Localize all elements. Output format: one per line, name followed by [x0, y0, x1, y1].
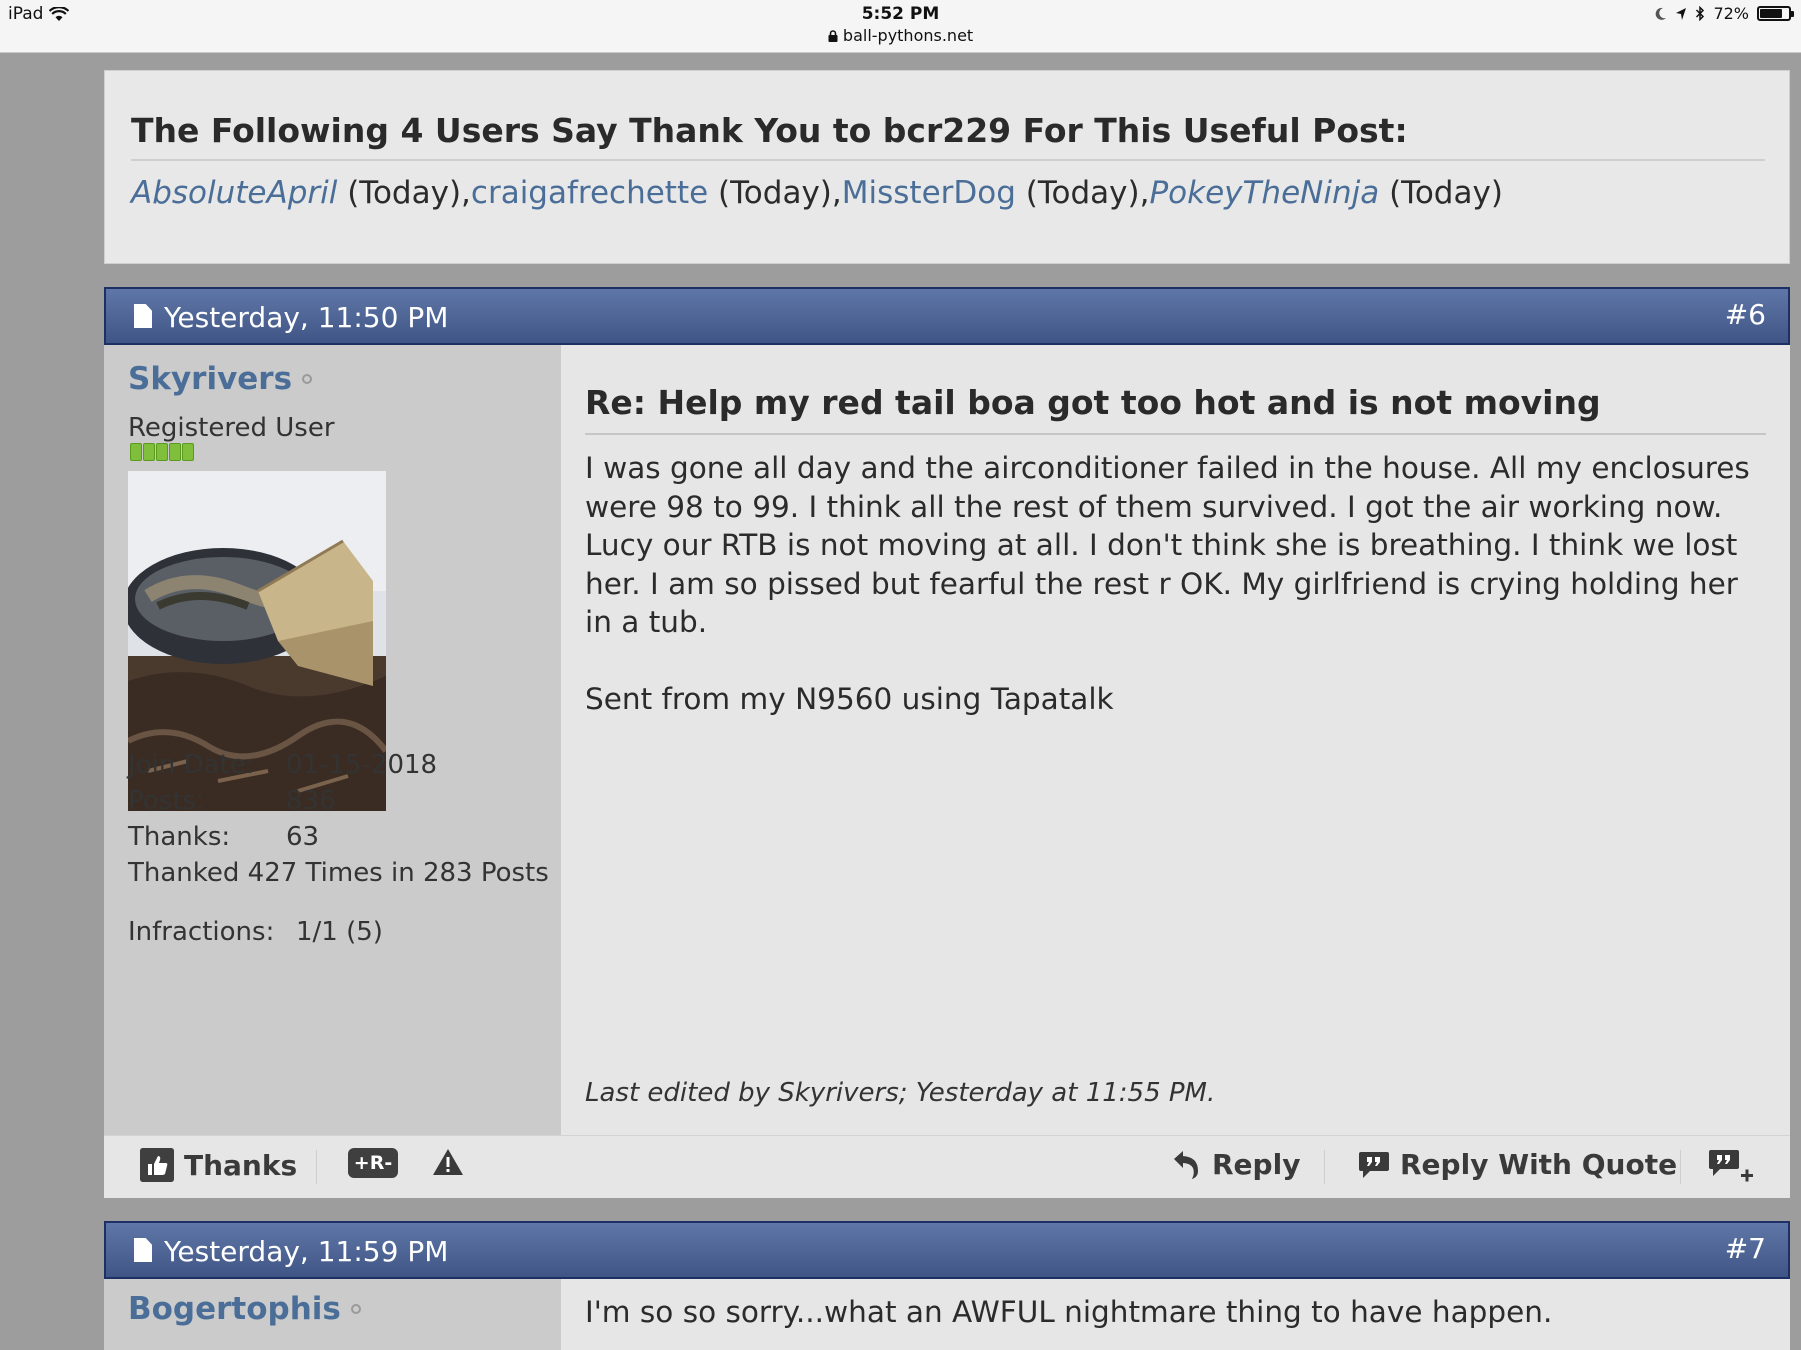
join-date-value: 01-15-2018 [286, 750, 438, 780]
thanks-box: The Following 4 Users Say Thank You to b… [104, 70, 1790, 264]
thanks-user-link[interactable]: PokeyTheNinja [1149, 175, 1379, 211]
thanks-row: Thanks: 63 [128, 822, 319, 852]
report-button[interactable] [432, 1148, 464, 1176]
reply-button-label: Reply [1212, 1148, 1301, 1181]
username: Bogertophis [128, 1291, 341, 1327]
thumbs-up-icon [140, 1148, 174, 1182]
status-right: 72% [1655, 4, 1794, 23]
thanks-button[interactable]: Thanks [140, 1148, 297, 1182]
join-date-row: Join Date: 01-15-2018 [128, 750, 437, 780]
post-content: Re: Help my red tail boa got too hot and… [561, 345, 1790, 1135]
divider [585, 433, 1766, 435]
divider [131, 159, 1765, 161]
url-text: ball-pythons.net [842, 26, 974, 45]
lock-icon [828, 30, 838, 42]
thanks-user-when: (Today) [1379, 175, 1503, 211]
moon-icon [1656, 7, 1667, 20]
address-bar[interactable]: ball-pythons.net [0, 26, 1801, 45]
bluetooth-icon [1696, 6, 1705, 21]
posts-value: 836 [286, 786, 336, 816]
offline-status-icon [302, 374, 313, 384]
reputation-icon: +R- [348, 1148, 398, 1178]
battery-icon [1757, 6, 1794, 21]
offline-status-icon [350, 1304, 361, 1314]
post-header: Yesterday, 11:59 PM #7 [104, 1221, 1790, 1279]
reply-button[interactable]: Reply [1170, 1148, 1300, 1181]
thanks-user-list: AbsoluteApril (Today),craigafrechette (T… [131, 175, 1503, 211]
warning-icon [433, 1149, 463, 1175]
user-title: Registered User [128, 413, 335, 443]
thanks-label: Thanks: [128, 822, 231, 852]
thanks-value: 63 [286, 822, 320, 852]
post-user-info: Skyrivers Registered User Join Date: 01-1… [104, 345, 561, 1135]
reply-with-quote-button[interactable]: Reply With Quote [1358, 1148, 1677, 1181]
join-date-label: Join Date: [128, 750, 255, 780]
status-bar: iPad 5:52 PM ball-pythons.net 72% [0, 0, 1801, 53]
post-number-link[interactable]: #7 [1725, 1232, 1766, 1265]
thanked-row: Thanked 427 Times in 283 Posts [128, 858, 549, 888]
location-arrow-icon [1676, 7, 1687, 20]
post-message: I was gone all day and the airconditione… [585, 449, 1766, 756]
reputation-bar [130, 443, 194, 461]
thanks-user-when: (Today), [1015, 175, 1150, 211]
thanks-user-link[interactable]: craigafrechette [471, 175, 708, 211]
thanks-user-link[interactable]: AbsoluteApril [131, 175, 337, 211]
username-link[interactable]: Bogertophis [128, 1291, 361, 1327]
divider [1680, 1150, 1681, 1184]
post-date: Yesterday, 11:59 PM [164, 1235, 449, 1268]
multi-quote-button[interactable] [1708, 1148, 1756, 1184]
posts-label: Posts: [128, 786, 205, 816]
divider [1324, 1150, 1325, 1184]
clock: 5:52 PM [861, 4, 940, 24]
last-edited-note: Last edited by Skyrivers; Yesterday at 1… [585, 1078, 1216, 1108]
quote-bubble-icon [1359, 1151, 1389, 1178]
thanks-button-label: Thanks [184, 1148, 298, 1182]
infractions-value: 1/1 (5) [296, 917, 383, 947]
reputation-button[interactable]: +R- [348, 1148, 398, 1178]
infractions-row: Infractions: 1/1 (5) [128, 917, 383, 947]
post-footer: Thanks +R- Reply Reply With Quote [104, 1135, 1790, 1198]
document-icon [134, 304, 152, 328]
thanks-user-when: (Today), [708, 175, 842, 211]
post-text: I was gone all day and the airconditione… [585, 451, 1750, 639]
post-user-info: Bogertophis [104, 1279, 561, 1350]
thanks-title: The Following 4 Users Say Thank You to b… [131, 111, 1408, 150]
infractions-label: Infractions: [128, 917, 275, 947]
post-header: Yesterday, 11:50 PM #6 [104, 287, 1790, 345]
thanks-user-link[interactable]: MissterDog [842, 175, 1016, 211]
username: Skyrivers [128, 361, 293, 397]
post-signature: Sent from my N9560 using Tapatalk [585, 681, 1114, 716]
reply-arrow-icon [1174, 1150, 1198, 1179]
divider [316, 1150, 317, 1184]
multi-quote-icon [1709, 1150, 1753, 1182]
battery-percent: 72% [1713, 4, 1749, 23]
post-content: I'm so so sorry...what an AWFUL nightmar… [561, 1279, 1790, 1350]
thanks-user-when: (Today), [337, 175, 471, 211]
post-number-link[interactable]: #6 [1725, 298, 1766, 331]
reply-with-quote-label: Reply With Quote [1400, 1148, 1678, 1181]
post-date: Yesterday, 11:50 PM [164, 301, 449, 334]
document-icon [134, 1238, 152, 1262]
posts-row: Posts: 836 [128, 786, 336, 816]
post-text: I'm so so sorry...what an AWFUL nightmar… [585, 1295, 1553, 1329]
username-link[interactable]: Skyrivers [128, 361, 313, 397]
post-title: Re: Help my red tail boa got too hot and… [585, 383, 1601, 422]
